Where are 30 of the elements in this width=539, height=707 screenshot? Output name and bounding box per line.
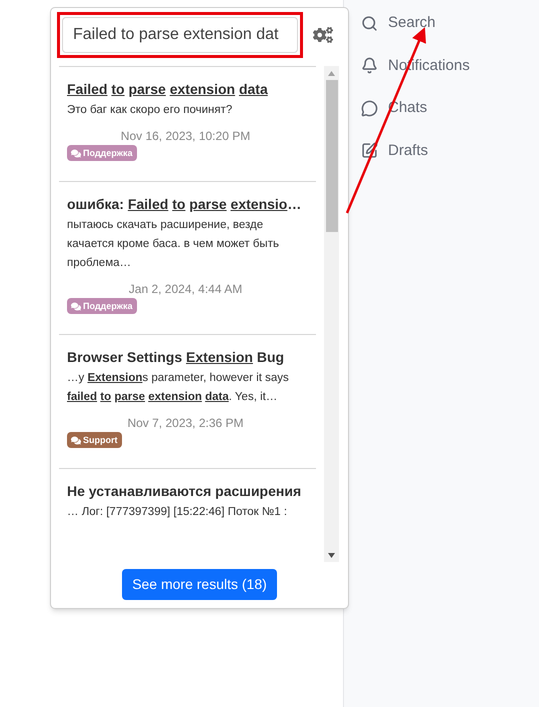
result-excerpt: Это баг как скоро его починят? [67,103,234,118]
search-icon [361,14,378,32]
scroll-down-icon[interactable] [328,552,335,558]
category-tag[interactable]: Поддержка [67,298,137,314]
result-excerpt: пытаюсь скачать расширение, везде качается кроме баса. в чем может быть проблема… [67,218,280,271]
result-title[interactable]: Не устанавливаются расширения [67,481,304,501]
scrollbar[interactable] [324,66,339,562]
category-tag[interactable]: Support [67,432,122,448]
edit-icon [361,142,378,160]
sidebar-link[interactable]: Drafts [361,140,539,162]
sidebar-link[interactable]: Search [361,12,539,34]
result-excerpt: … Лог: [777397399] [15:22:46] Поток №1 : [67,505,288,520]
see-more-button[interactable]: See more results (18) [122,569,277,600]
chat-icon [361,100,378,117]
bell-icon [361,57,378,74]
result-title[interactable]: ошибка: Failed to parse extensio… [67,194,304,214]
scroll-up-icon[interactable] [328,70,335,76]
settings-icon[interactable] [313,26,333,44]
comments-icon [71,302,81,310]
result-title[interactable]: Failed to parse extension data [67,79,304,99]
result-date: Nov 16, 2023, 10:20 PM [120,128,250,144]
result-date: Jan 2, 2024, 4:44 AM [128,281,242,297]
comments-icon [71,436,81,444]
comments-icon [71,148,81,158]
search-field[interactable]: Failed to parse extension dat [62,17,298,53]
scrollbar-thumb[interactable] [326,80,338,232]
result-date: Nov 7, 2023, 2:36 PM [127,415,244,431]
result-excerpt: …y Extensions parameter, however it says failed to parse extension data. Yes, it… [67,371,290,405]
category-tag[interactable]: Поддержка [67,145,137,161]
result-title[interactable]: Browser Settings Extension Bug [67,347,304,367]
